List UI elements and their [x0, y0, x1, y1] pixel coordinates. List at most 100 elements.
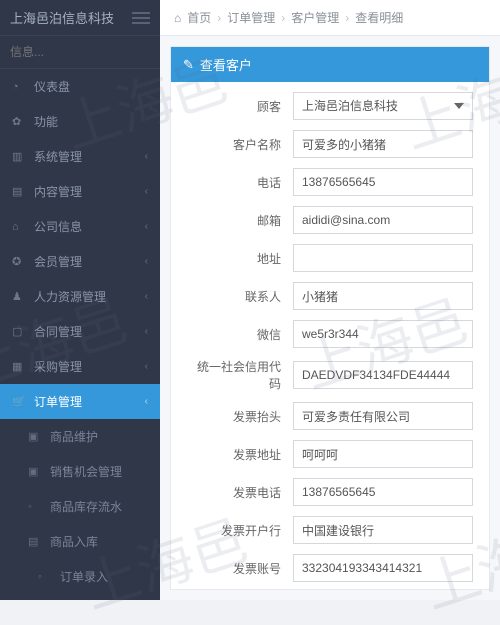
breadcrumb-item: 查看明细	[355, 9, 403, 26]
chevron-left-icon: ‹	[145, 396, 148, 407]
nav-icon: 🛒	[12, 395, 28, 408]
brand-bar: 上海邑泊信息科技	[0, 0, 160, 36]
search-box: 🔍	[0, 36, 160, 69]
chevron-left-icon: ‹	[145, 361, 148, 372]
nav-item-6[interactable]: ♟ 人力资源管理‹	[0, 279, 160, 314]
credit-code-value: DAEDVDF34134FDE44444	[293, 361, 473, 389]
phone-value: 13876565645	[293, 168, 473, 196]
nav-item-12[interactable]: ◦ 商品库存流水	[0, 489, 160, 524]
chevron-left-icon: ‹	[145, 256, 148, 267]
nav-item-13[interactable]: ▤ 商品入库	[0, 524, 160, 559]
nav-icon: ▣	[28, 430, 44, 443]
chevron-left-icon: ‹	[145, 151, 148, 162]
form: 顾客 上海邑泊信息科技 客户名称 可爱多的小猪猪 电话 13876565645 …	[171, 82, 489, 590]
nav-icon: ▤	[12, 185, 28, 198]
address-value	[293, 244, 473, 272]
nav-item-4[interactable]: ⌂ 公司信息‹	[0, 209, 160, 244]
nav-icon: ▤	[28, 535, 44, 548]
field-label: 顾客	[187, 98, 293, 115]
nav-label: 人力资源管理	[34, 288, 145, 305]
field-label: 电话	[187, 174, 293, 191]
nav-icon: ◔	[12, 81, 28, 93]
invoice-address-value: 呵呵呵	[293, 440, 473, 468]
nav-item-9[interactable]: 🛒 订单管理‹	[0, 384, 160, 419]
customer-name-value: 可爱多的小猪猪	[293, 130, 473, 158]
nav-item-10[interactable]: ▣ 商品维护	[0, 419, 160, 454]
invoice-bank-value: 中国建设银行	[293, 516, 473, 544]
nav-label: 商品库存流水	[50, 498, 148, 515]
nav-label: 功能	[34, 113, 148, 130]
nav-item-14[interactable]: ◦ 订单录入	[0, 559, 160, 594]
nav-item-7[interactable]: ▢ 合同管理‹	[0, 314, 160, 349]
search-input[interactable]	[10, 45, 165, 59]
nav-icon: ▦	[12, 360, 28, 373]
nav-icon: ◦	[28, 501, 44, 513]
nav-icon: ♟	[12, 290, 28, 303]
nav-item-11[interactable]: ▣ 销售机会管理	[0, 454, 160, 489]
breadcrumb: ⌂ 首页 › 订单管理 › 客户管理 › 查看明细	[160, 0, 500, 36]
nav-label: 会员管理	[34, 253, 145, 270]
field-label: 发票账号	[187, 560, 293, 577]
field-label: 地址	[187, 250, 293, 267]
breadcrumb-item[interactable]: 客户管理	[291, 9, 339, 26]
nav-item-5[interactable]: ✪ 会员管理‹	[0, 244, 160, 279]
field-label: 微信	[187, 326, 293, 343]
nav-icon: ▢	[12, 325, 28, 338]
field-label: 发票电话	[187, 484, 293, 501]
nav-item-3[interactable]: ▤ 内容管理‹	[0, 174, 160, 209]
field-label: 客户名称	[187, 136, 293, 153]
nav-label: 公司信息	[34, 218, 145, 235]
main: ⌂ 首页 › 订单管理 › 客户管理 › 查看明细 ✎ 查看客户 顾客 上海邑泊…	[160, 0, 500, 600]
nav-icon: ▥	[12, 150, 28, 163]
customer-type-select[interactable]: 上海邑泊信息科技	[293, 92, 473, 120]
nav-icon: ✪	[12, 255, 28, 268]
wechat-value: we5r3r344	[293, 320, 473, 348]
nav: ◔仪表盘✿功能▥系统管理‹▤内容管理‹⌂公司信息‹✪会员管理‹♟人力资源管理‹▢…	[0, 69, 160, 600]
breadcrumb-sep: ›	[281, 11, 285, 25]
invoice-title-value: 可爱多责任有限公司	[293, 402, 473, 430]
nav-label: 系统管理	[34, 148, 145, 165]
field-label: 发票抬头	[187, 408, 293, 425]
field-label: 统一社会信用代码	[187, 358, 293, 392]
nav-icon: ▣	[28, 465, 44, 478]
nav-icon: ⌂	[12, 221, 28, 233]
nav-label: 销售机会管理	[50, 463, 148, 480]
hamburger-icon[interactable]	[132, 12, 150, 24]
field-label: 联系人	[187, 288, 293, 305]
home-icon[interactable]: ⌂	[174, 11, 181, 25]
invoice-account-value: 33230419334341432​1	[293, 554, 473, 582]
nav-icon: ✿	[12, 115, 28, 128]
nav-label: 合同管理	[34, 323, 145, 340]
email-value: aididi@sina.com	[293, 206, 473, 234]
chevron-left-icon: ‹	[145, 291, 148, 302]
field-label: 邮箱	[187, 212, 293, 229]
breadcrumb-item[interactable]: 首页	[187, 9, 211, 26]
breadcrumb-item[interactable]: 订单管理	[227, 9, 275, 26]
breadcrumb-sep: ›	[345, 11, 349, 25]
panel: ✎ 查看客户 顾客 上海邑泊信息科技 客户名称 可爱多的小猪猪 电话 13876…	[170, 46, 490, 590]
panel-title: 查看客户	[200, 55, 252, 74]
nav-label: 商品维护	[50, 428, 148, 445]
nav-item-0[interactable]: ◔ 仪表盘	[0, 69, 160, 104]
field-label: 发票开户行	[187, 522, 293, 539]
contact-value: 小猪猪	[293, 282, 473, 310]
nav-item-15[interactable]: ◦商品出库	[0, 594, 160, 600]
nav-icon: ◦	[38, 571, 54, 583]
chevron-left-icon: ‹	[145, 326, 148, 337]
breadcrumb-sep: ›	[217, 11, 221, 25]
nav-item-1[interactable]: ✿ 功能	[0, 104, 160, 139]
nav-item-8[interactable]: ▦采购管理‹	[0, 349, 160, 384]
nav-label: 内容管理	[34, 183, 145, 200]
sidebar: 上海邑泊信息科技 🔍 ◔仪表盘✿功能▥系统管理‹▤内容管理‹⌂公司信息‹✪会员管…	[0, 0, 160, 600]
nav-item-2[interactable]: ▥ 系统管理‹	[0, 139, 160, 174]
chevron-left-icon: ‹	[145, 186, 148, 197]
nav-label: 仪表盘	[34, 78, 148, 95]
nav-label: 订单录入	[60, 568, 148, 585]
panel-header: ✎ 查看客户	[171, 47, 489, 82]
nav-label: 商品入库	[50, 533, 148, 550]
chevron-left-icon: ‹	[145, 221, 148, 232]
invoice-phone-value: 13876565645	[293, 478, 473, 506]
brand-text: 上海邑泊信息科技	[10, 8, 132, 27]
nav-label: 订单管理	[34, 393, 145, 410]
field-label: 发票地址	[187, 446, 293, 463]
